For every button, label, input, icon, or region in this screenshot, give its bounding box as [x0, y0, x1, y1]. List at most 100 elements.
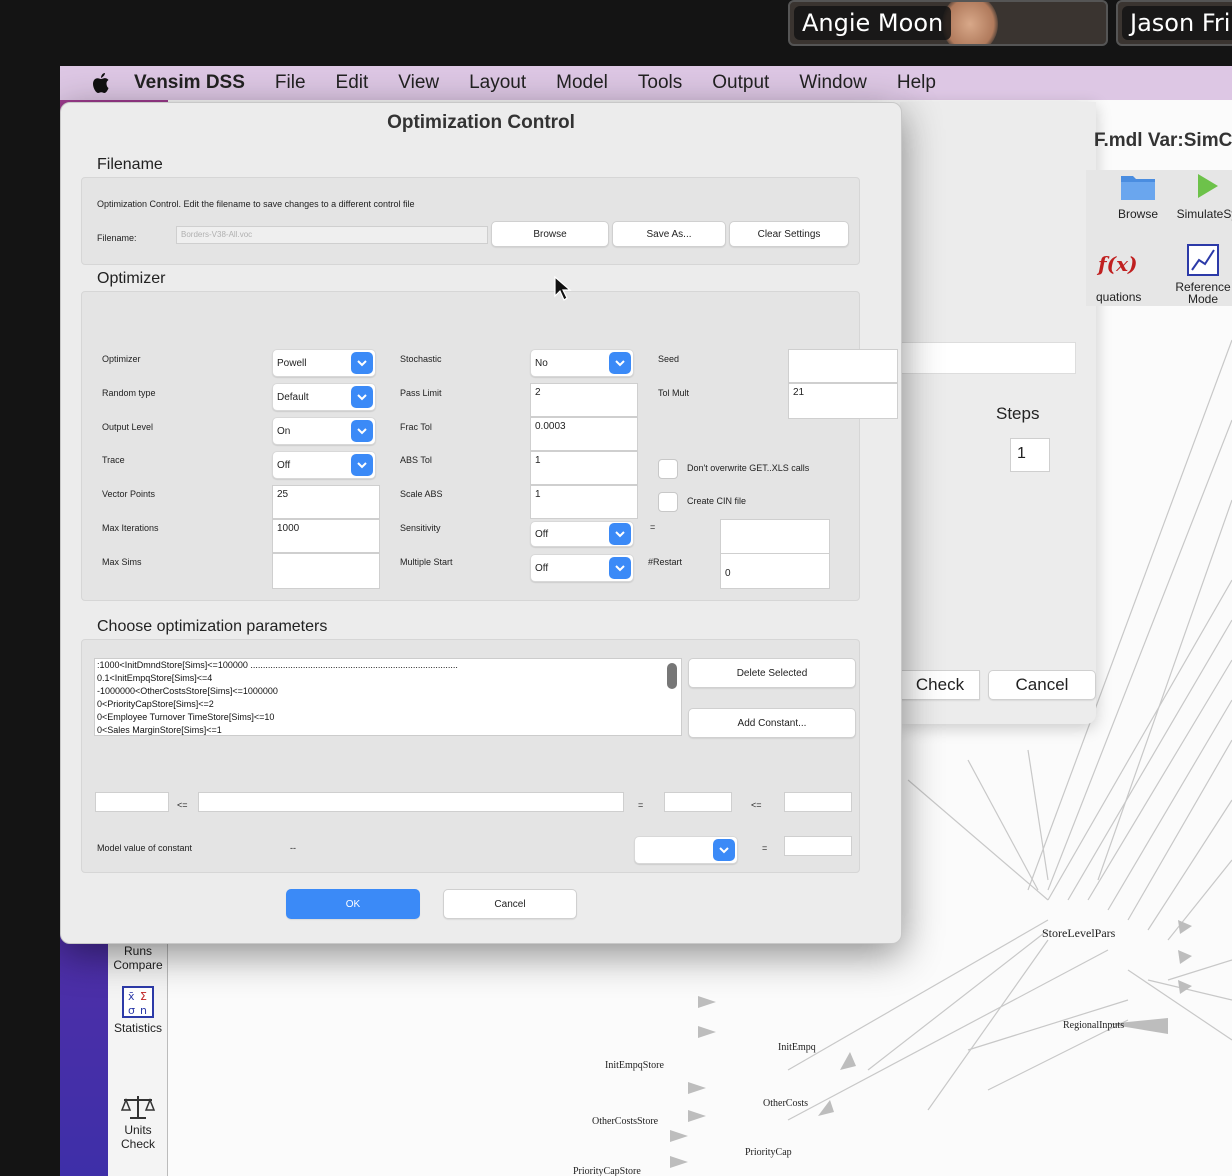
sensitivity-value-field[interactable]	[720, 519, 830, 555]
variable-other-costs[interactable]: OtherCosts	[763, 1098, 808, 1109]
units-check-button[interactable]: Units Check	[108, 1094, 168, 1151]
variable-init-empq-store[interactable]: InitEmpqStore	[605, 1060, 664, 1071]
filename-label: Filename:	[97, 233, 137, 243]
apple-icon[interactable]	[86, 71, 116, 95]
background-settings-window: F.mdl Var:SimC Browse SimulateSy f(x) qu…	[900, 102, 1232, 724]
menu-bar: Vensim DSS File Edit View Layout Model T…	[60, 66, 1232, 100]
output-level-value: On	[277, 425, 291, 437]
list-item[interactable]: 0<Sales MarginStore[Sims]<=1	[95, 724, 681, 735]
reference-mode-tool-button[interactable]: Reference Mode	[1168, 244, 1232, 310]
model-value-label: Model value of constant	[97, 843, 193, 853]
save-as-button[interactable]: Save As...	[612, 221, 726, 247]
equations-tool-label: quations	[1096, 290, 1142, 304]
equals-symbol: =	[638, 800, 644, 810]
add-constant-button[interactable]: Add Constant...	[688, 708, 856, 738]
max-iterations-field[interactable]: 1000	[272, 519, 380, 553]
participant-tile-jason: Jason Fri	[1116, 0, 1232, 46]
filename-field[interactable]: Borders-V38-All.voc	[176, 226, 488, 244]
statistics-label: Statistics	[113, 1021, 162, 1035]
svg-text:x̄: x̄	[128, 990, 135, 1003]
cancel-button[interactable]: Cancel	[443, 889, 577, 919]
list-item[interactable]: 0<Employee Turnover TimeStore[Sims]<=10	[95, 711, 681, 724]
menu-edit[interactable]: Edit	[336, 72, 369, 94]
background-text-field[interactable]	[900, 342, 1076, 374]
restart-field[interactable]: 0	[720, 553, 830, 589]
output-level-select[interactable]: On	[272, 417, 376, 445]
chevron-down-icon	[351, 386, 373, 408]
stochastic-label: Stochastic	[400, 354, 442, 364]
svg-text:Σ: Σ	[140, 990, 147, 1003]
delete-selected-button[interactable]: Delete Selected	[688, 658, 856, 688]
optimizer-value: Powell	[277, 357, 307, 369]
equations-tool-button[interactable]: f(x) quations	[1096, 250, 1156, 310]
parameter-name-field[interactable]	[198, 792, 624, 812]
tol-mult-field[interactable]: 21	[788, 383, 898, 419]
max-sims-label: Max Sims	[102, 557, 142, 567]
list-item[interactable]: 0.1<InitEmpqStore[Sims]<=4	[95, 672, 681, 685]
model-value-select[interactable]	[634, 836, 738, 864]
le-symbol: <=	[751, 800, 762, 810]
simulate-tool-button[interactable]: SimulateSy	[1172, 170, 1232, 228]
upper-bound-field[interactable]	[784, 792, 852, 812]
variable-priority-cap[interactable]: PriorityCap	[745, 1147, 792, 1158]
frac-tol-field[interactable]: 0.0003	[530, 417, 638, 451]
statistics-button[interactable]: x̄ Σσ n Statistics	[108, 986, 168, 1035]
variable-regional-inputs[interactable]: RegionalInputs	[1063, 1020, 1124, 1031]
list-scrollbar[interactable]	[667, 663, 677, 689]
start-value-field[interactable]	[664, 792, 732, 812]
random-type-label: Random type	[102, 388, 156, 398]
pass-limit-field[interactable]: 2	[530, 383, 638, 417]
check-button[interactable]: Check	[900, 670, 980, 700]
menu-help[interactable]: Help	[897, 72, 936, 94]
list-item[interactable]: :1000<InitDmndStore[Sims]<=100000 ......…	[95, 659, 681, 672]
runs-compare-button[interactable]: Runs Compare	[108, 944, 168, 972]
variable-other-costs-store[interactable]: OtherCostsStore	[592, 1116, 658, 1127]
seed-label: Seed	[658, 354, 680, 364]
create-cin-checkbox[interactable]	[658, 492, 678, 512]
variable-priority-cap-store[interactable]: PriorityCapStore	[573, 1166, 641, 1176]
folder-icon	[1121, 176, 1155, 200]
menu-layout[interactable]: Layout	[469, 72, 526, 94]
scale-abs-field[interactable]: 1	[530, 485, 638, 519]
dont-overwrite-checkbox[interactable]	[658, 459, 678, 479]
menu-output[interactable]: Output	[712, 72, 769, 94]
max-sims-field[interactable]	[272, 553, 380, 589]
list-item[interactable]: 0<PriorityCapStore[Sims]<=2	[95, 698, 681, 711]
vector-points-field[interactable]: 25	[272, 485, 380, 519]
variable-store-level-pars[interactable]: StoreLevelPars	[1042, 926, 1115, 941]
pass-limit-label: Pass Limit	[400, 388, 442, 398]
seed-field[interactable]	[788, 349, 898, 383]
browse-button[interactable]: Browse	[491, 221, 609, 247]
filename-section-label: Filename	[97, 156, 163, 173]
background-cancel-button[interactable]: Cancel	[988, 670, 1096, 700]
optimizer-select[interactable]: Powell	[272, 349, 376, 377]
params-list[interactable]: :1000<InitDmndStore[Sims]<=100000 ......…	[94, 658, 682, 736]
multiple-start-select[interactable]: Off	[530, 554, 634, 582]
abs-tol-label: ABS Tol	[400, 455, 432, 465]
trace-select[interactable]: Off	[272, 451, 376, 479]
equals-symbol: =	[762, 843, 768, 853]
params-section-label: Choose optimization parameters	[97, 618, 328, 635]
sensitivity-select[interactable]: Off	[530, 521, 634, 547]
browse-tool-button[interactable]: Browse	[1108, 170, 1168, 228]
filename-group: Optimization Control. Edit the filename …	[81, 177, 860, 265]
graph-icon	[1187, 244, 1219, 276]
lower-bound-field[interactable]	[95, 792, 169, 812]
menu-window[interactable]: Window	[799, 72, 867, 94]
model-value-field[interactable]	[784, 836, 852, 856]
menu-view[interactable]: View	[398, 72, 439, 94]
menu-model[interactable]: Model	[556, 72, 608, 94]
steps-field[interactable]: 1	[1010, 438, 1050, 472]
random-type-select[interactable]: Default	[272, 383, 376, 411]
ok-button[interactable]: OK	[286, 889, 420, 919]
clear-settings-button[interactable]: Clear Settings	[729, 221, 849, 247]
stochastic-select[interactable]: No	[530, 349, 634, 377]
menu-tools[interactable]: Tools	[638, 72, 682, 94]
menu-file[interactable]: File	[275, 72, 306, 94]
app-name-menu[interactable]: Vensim DSS	[134, 72, 245, 94]
list-item[interactable]: -1000000<OtherCostsStore[Sims]<=1000000	[95, 685, 681, 698]
random-type-value: Default	[277, 391, 309, 403]
abs-tol-field[interactable]: 1	[530, 451, 638, 485]
optimizer-section-label: Optimizer	[97, 270, 166, 287]
variable-init-empq[interactable]: InitEmpq	[778, 1042, 816, 1053]
